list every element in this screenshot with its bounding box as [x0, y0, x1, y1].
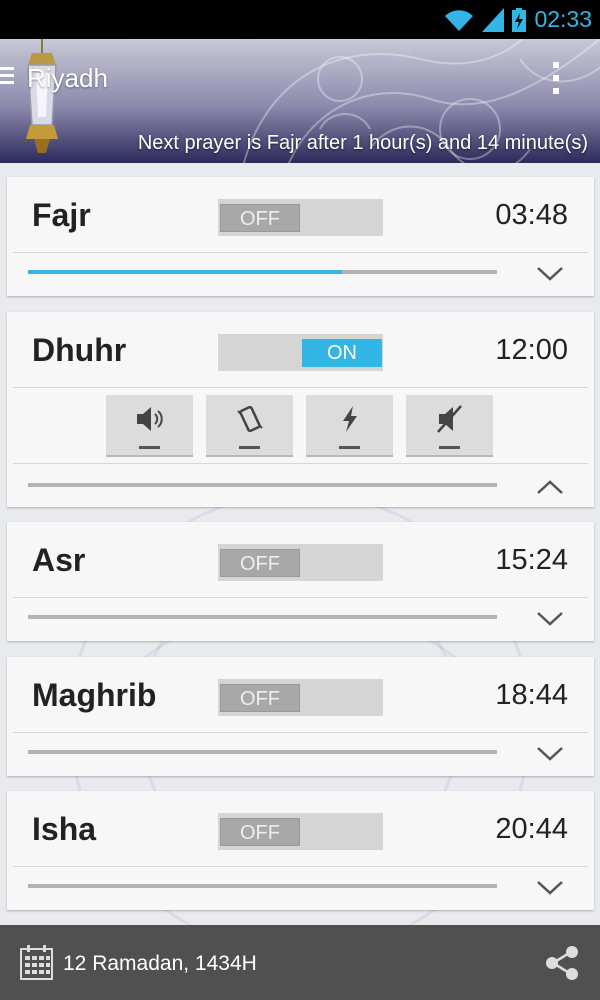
- chevron-down-icon[interactable]: [536, 611, 564, 627]
- prayer-card-asr: Asr OFF 15:24: [7, 522, 594, 641]
- toggle-state: OFF: [220, 549, 300, 577]
- time-progress-bar: [28, 615, 497, 619]
- prayer-name: Fajr: [32, 197, 91, 233]
- drawer-menu-icon[interactable]: [0, 65, 16, 87]
- option-indicator: [339, 446, 360, 449]
- wifi-icon: [445, 9, 474, 31]
- flash-button[interactable]: [306, 395, 393, 457]
- prayer-card-isha: Isha OFF 20:44: [7, 791, 594, 910]
- clock: 02:33: [534, 6, 592, 32]
- prayer-time: 03:48: [495, 199, 568, 231]
- header: Riyadh Next prayer is Fajr after 1 hour(…: [0, 39, 600, 163]
- progress-fill: [28, 270, 343, 274]
- divider: [13, 597, 588, 598]
- prayer-list[interactable]: Fajr OFF 03:48 Dhuhr ON 12:00 Asr OFF 15…: [0, 163, 600, 925]
- prayer-card-maghrib: Maghrib OFF 18:44: [7, 657, 594, 776]
- vibrate-button[interactable]: [206, 395, 293, 457]
- chevron-down-icon[interactable]: [536, 266, 564, 282]
- prayer-card-dhuhr: Dhuhr ON 12:00: [7, 312, 594, 507]
- prayer-name: Isha: [32, 811, 97, 847]
- prayer-name: Asr: [32, 542, 86, 578]
- option-indicator: [139, 446, 160, 449]
- chevron-down-icon[interactable]: [536, 880, 564, 896]
- overflow-menu-icon[interactable]: [548, 61, 564, 95]
- hijri-date[interactable]: 12 Ramadan, 1434H: [63, 952, 257, 976]
- prayer-name: Dhuhr: [32, 332, 127, 368]
- alarm-toggle[interactable]: OFF: [218, 813, 383, 850]
- alarm-toggle[interactable]: ON: [218, 334, 383, 371]
- prayer-time: 12:00: [495, 334, 568, 366]
- divider: [13, 463, 588, 464]
- time-progress-bar: [28, 483, 497, 487]
- alarm-toggle[interactable]: OFF: [218, 679, 383, 716]
- chevron-up-icon[interactable]: [536, 479, 564, 495]
- divider: [13, 866, 588, 867]
- prayer-time: 15:24: [495, 544, 568, 576]
- calendar-icon[interactable]: [20, 945, 53, 980]
- mute-button[interactable]: [406, 395, 493, 457]
- share-icon[interactable]: [544, 945, 580, 981]
- time-progress-bar: [28, 750, 497, 754]
- signal-icon: [482, 7, 505, 32]
- toggle-state: OFF: [220, 204, 300, 232]
- prayer-time: 18:44: [495, 679, 568, 711]
- divider: [13, 252, 588, 253]
- status-bar: 02:33: [0, 0, 600, 39]
- time-progress-bar: [28, 270, 497, 274]
- toggle-state: OFF: [220, 684, 300, 712]
- mute-icon: [437, 405, 462, 433]
- divider: [13, 387, 588, 388]
- prayer-card-fajr: Fajr OFF 03:48: [7, 177, 594, 296]
- alarm-toggle[interactable]: OFF: [218, 199, 383, 236]
- alarm-toggle[interactable]: OFF: [218, 544, 383, 581]
- chevron-down-icon[interactable]: [536, 746, 564, 762]
- time-progress-bar: [28, 884, 497, 888]
- flash-icon: [343, 406, 357, 432]
- prayer-name: Maghrib: [32, 677, 157, 713]
- option-indicator: [439, 446, 460, 449]
- lantern-icon: [26, 39, 58, 153]
- next-prayer-text: Next prayer is Fajr after 1 hour(s) and …: [137, 132, 588, 154]
- footer-bar: 12 Ramadan, 1434H: [0, 925, 600, 1000]
- option-indicator: [239, 446, 260, 449]
- sound-icon: [137, 407, 163, 431]
- prayer-time: 20:44: [495, 813, 568, 845]
- sound-button[interactable]: [106, 395, 193, 457]
- divider: [13, 732, 588, 733]
- toggle-state: OFF: [220, 818, 300, 846]
- toggle-state: ON: [302, 339, 382, 367]
- battery-icon: [512, 7, 527, 32]
- city-title[interactable]: Riyadh: [27, 63, 108, 94]
- vibrate-icon: [237, 405, 263, 433]
